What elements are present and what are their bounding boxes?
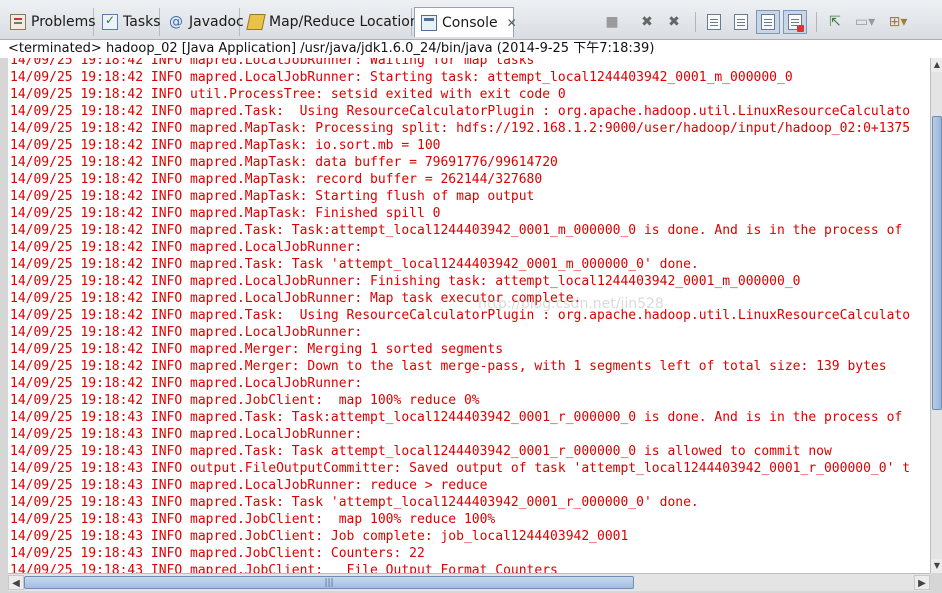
tab-problems[interactable]: Problems: [4, 8, 96, 36]
log-line: 14/09/25 19:18:42 INFO mapred.MapTask: r…: [10, 172, 543, 187]
vertical-scrollbar[interactable]: ▲ ▼: [930, 58, 942, 573]
tab-label: Javadoc: [189, 14, 244, 30]
open-console-icon: ⊞▾: [888, 14, 908, 30]
terminate-button[interactable]: ■: [600, 10, 624, 34]
log-line: 14/09/25 19:18:42 INFO mapred.Task: Usin…: [10, 104, 911, 119]
log-lines: 14/09/25 19:18:42 INFO mapred.LocalJobRu…: [10, 58, 910, 573]
log-line: 14/09/25 19:18:42 INFO mapred.LocalJobRu…: [10, 58, 535, 68]
toolbar-separator: [816, 12, 817, 32]
log-line: 14/09/25 19:18:42 INFO mapred.Task: Task…: [10, 257, 699, 272]
word-wrap-icon: [761, 14, 775, 30]
console-icon: [421, 14, 437, 31]
tab-label: Map/Reduce Locations: [269, 14, 427, 30]
scroll-right-icon[interactable]: ▶: [914, 575, 930, 590]
close-icon[interactable]: ✕: [507, 16, 517, 30]
problems-icon: [10, 14, 26, 30]
vertical-scroll-thumb[interactable]: [932, 116, 942, 410]
view-tab-bar: Problems Tasks @ Javadoc Map/Reduce Loca…: [0, 0, 942, 40]
log-line: 14/09/25 19:18:42 INFO mapred.JobClient:…: [10, 393, 480, 408]
clear-console-button[interactable]: [702, 10, 726, 34]
pin-console-icon: ⇱: [829, 14, 841, 30]
log-line: 14/09/25 19:18:43 INFO output.FileOutput…: [10, 461, 911, 476]
horizontal-scroll-thumb[interactable]: |||: [24, 576, 634, 589]
tasks-icon: [102, 13, 118, 30]
log-line: 14/09/25 19:18:42 INFO mapred.LocalJobRu…: [10, 325, 363, 340]
log-line: 14/09/25 19:18:42 INFO mapred.MapTask: P…: [10, 121, 911, 136]
log-line: 14/09/25 19:18:43 INFO mapred.Task: Task…: [10, 410, 903, 425]
javadoc-icon: @: [169, 14, 183, 30]
log-line: 14/09/25 19:18:43 INFO mapred.JobClient:…: [10, 546, 425, 561]
log-line: 14/09/25 19:18:42 INFO mapred.MapTask: d…: [10, 155, 558, 170]
log-line: 14/09/25 19:18:42 INFO mapred.LocalJobRu…: [10, 376, 363, 391]
tab-label: Console: [442, 14, 498, 31]
tab-label: Problems: [31, 14, 96, 30]
scroll-left-icon[interactable]: ◀: [8, 575, 24, 590]
scroll-up-icon[interactable]: ▲: [931, 58, 942, 72]
log-line: 14/09/25 19:18:42 INFO mapred.Merger: Do…: [10, 359, 887, 374]
clear-console-icon: [707, 14, 721, 30]
log-line: 14/09/25 19:18:43 INFO mapred.JobClient:…: [10, 529, 629, 544]
show-stderr-button[interactable]: [783, 10, 807, 34]
scroll-lock-icon: [734, 14, 748, 30]
display-console-icon: ▭▾: [854, 14, 876, 30]
console-toolbar: ■ ✖ ✖ ⇱ ▭▾ ⊞▾: [600, 10, 916, 34]
log-line: 14/09/25 19:18:42 INFO mapred.Task: Usin…: [10, 308, 911, 323]
log-line: 14/09/25 19:18:42 INFO mapred.LocalJobRu…: [10, 291, 582, 306]
log-line: 14/09/25 19:18:42 INFO mapred.MapTask: i…: [10, 138, 441, 153]
log-line: 14/09/25 19:18:43 INFO mapred.JobClient:…: [10, 512, 496, 527]
log-line: 14/09/25 19:18:43 INFO mapred.LocalJobRu…: [10, 427, 363, 442]
tab-label: Tasks: [123, 14, 161, 30]
display-console-button[interactable]: ▭▾: [850, 10, 880, 34]
open-console-button[interactable]: ⊞▾: [883, 10, 913, 34]
toolbar-separator: [695, 12, 696, 32]
log-line: 14/09/25 19:18:42 INFO mapred.Task: Task…: [10, 223, 903, 238]
remove-launch-button[interactable]: ✖: [635, 10, 659, 34]
word-wrap-button[interactable]: [756, 10, 780, 34]
log-line: 14/09/25 19:18:42 INFO util.ProcessTree:…: [10, 87, 566, 102]
log-line: 14/09/25 19:18:43 INFO mapred.LocalJobRu…: [10, 478, 488, 493]
console-output[interactable]: 14/09/25 19:18:42 INFO mapred.LocalJobRu…: [8, 58, 930, 573]
console-status: <terminated> hadoop_02 [Java Application…: [0, 40, 942, 58]
log-line: 14/09/25 19:18:42 INFO mapred.LocalJobRu…: [10, 240, 363, 255]
show-stderr-icon: [788, 14, 804, 32]
tab-tasks[interactable]: Tasks: [96, 8, 161, 36]
scroll-lock-button[interactable]: [729, 10, 753, 34]
log-line: 14/09/25 19:18:42 INFO mapred.MapTask: F…: [10, 206, 441, 221]
scrollbar-corner: [930, 573, 942, 593]
terminate-icon: ■: [605, 14, 619, 30]
log-line: 14/09/25 19:18:42 INFO mapred.LocalJobRu…: [10, 274, 801, 289]
pin-console-button[interactable]: ⇱: [823, 10, 847, 34]
log-line: 14/09/25 19:18:43 INFO mapred.JobClient:…: [10, 563, 558, 573]
remove-launch-icon: ✖: [641, 14, 653, 30]
scroll-down-icon[interactable]: ▼: [931, 559, 942, 573]
log-line: 14/09/25 19:18:43 INFO mapred.Task: Task…: [10, 495, 699, 510]
remove-all-button[interactable]: ✖: [662, 10, 686, 34]
mapreduce-icon: [246, 14, 266, 30]
log-line: 14/09/25 19:18:43 INFO mapred.Task: Task…: [10, 444, 832, 459]
tab-javadoc[interactable]: @ Javadoc: [162, 8, 244, 36]
remove-all-icon: ✖: [668, 14, 680, 30]
tab-map-reduce-locations[interactable]: Map/Reduce Locations: [242, 8, 426, 36]
log-line: 14/09/25 19:18:42 INFO mapred.LocalJobRu…: [10, 70, 793, 85]
tab-console[interactable]: Console ✕: [414, 7, 517, 37]
log-line: 14/09/25 19:18:42 INFO mapred.MapTask: S…: [10, 189, 535, 204]
horizontal-scrollbar[interactable]: ◀ ||| ▶: [8, 573, 930, 591]
log-line: 14/09/25 19:18:42 INFO mapred.Merger: Me…: [10, 342, 504, 357]
